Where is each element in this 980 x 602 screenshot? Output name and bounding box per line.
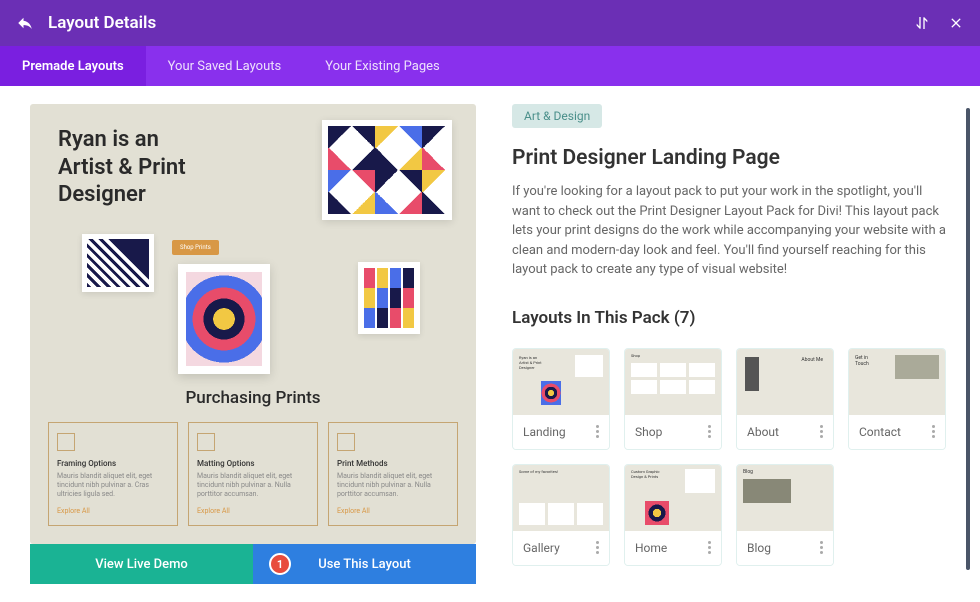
layout-card-landing[interactable]: Ryan is anArtist & PrintDesignerLanding xyxy=(512,348,610,450)
preview-section-title: Purchasing Prints xyxy=(30,388,476,408)
preview-art-stripes xyxy=(82,234,154,292)
layout-preview: Ryan is an Artist & Print Designer Shop … xyxy=(30,104,476,544)
use-layout-button[interactable]: 1 Use This Layout xyxy=(253,544,476,584)
layout-card-home[interactable]: Custom GraphicDesign & PrintsHome xyxy=(624,464,722,566)
sort-icon[interactable] xyxy=(914,15,930,31)
preview-art-bars xyxy=(358,262,420,334)
category-badge[interactable]: Art & Design xyxy=(512,104,602,128)
back-icon[interactable] xyxy=(16,14,34,32)
preview-shop-button: Shop Prints xyxy=(172,240,219,255)
more-icon[interactable] xyxy=(820,541,823,554)
pack-title: Layouts In This Pack (7) xyxy=(512,308,946,328)
layout-card-contact[interactable]: Get inTouchContact xyxy=(848,348,946,450)
view-demo-button[interactable]: View Live Demo xyxy=(30,544,253,584)
preview-card: Framing OptionsMauris blandit aliquet el… xyxy=(48,422,178,526)
more-icon[interactable] xyxy=(596,425,599,438)
layout-card-about[interactable]: About MeAbout xyxy=(736,348,834,450)
preview-card: Print MethodsMauris blandit aliquet elit… xyxy=(328,422,458,526)
layout-card-gallery[interactable]: Some of my favorites!Gallery xyxy=(512,464,610,566)
header: Layout Details xyxy=(0,0,980,46)
preview-art-circles xyxy=(178,264,270,374)
scrollbar[interactable] xyxy=(966,108,970,570)
step-badge: 1 xyxy=(269,553,291,575)
layout-title: Print Designer Landing Page xyxy=(512,146,946,170)
preview-card: Matting OptionsMauris blandit aliquet el… xyxy=(188,422,318,526)
more-icon[interactable] xyxy=(932,425,935,438)
layout-card-blog[interactable]: BlogBlog xyxy=(736,464,834,566)
preview-hero-title: Ryan is an Artist & Print Designer xyxy=(58,126,208,209)
tab-existing[interactable]: Your Existing Pages xyxy=(303,46,462,86)
more-icon[interactable] xyxy=(708,425,711,438)
tab-premade[interactable]: Premade Layouts xyxy=(0,46,146,86)
layouts-grid: Ryan is anArtist & PrintDesignerLanding … xyxy=(512,348,946,566)
page-title: Layout Details xyxy=(48,13,914,33)
more-icon[interactable] xyxy=(820,425,823,438)
layout-card-shop[interactable]: ShopShop xyxy=(624,348,722,450)
tabs: Premade Layouts Your Saved Layouts Your … xyxy=(0,46,980,86)
close-icon[interactable] xyxy=(948,15,964,31)
preview-art-triangles xyxy=(322,120,452,220)
more-icon[interactable] xyxy=(708,541,711,554)
layout-description: If you're looking for a layout pack to p… xyxy=(512,182,946,280)
tab-saved[interactable]: Your Saved Layouts xyxy=(146,46,304,86)
more-icon[interactable] xyxy=(596,541,599,554)
